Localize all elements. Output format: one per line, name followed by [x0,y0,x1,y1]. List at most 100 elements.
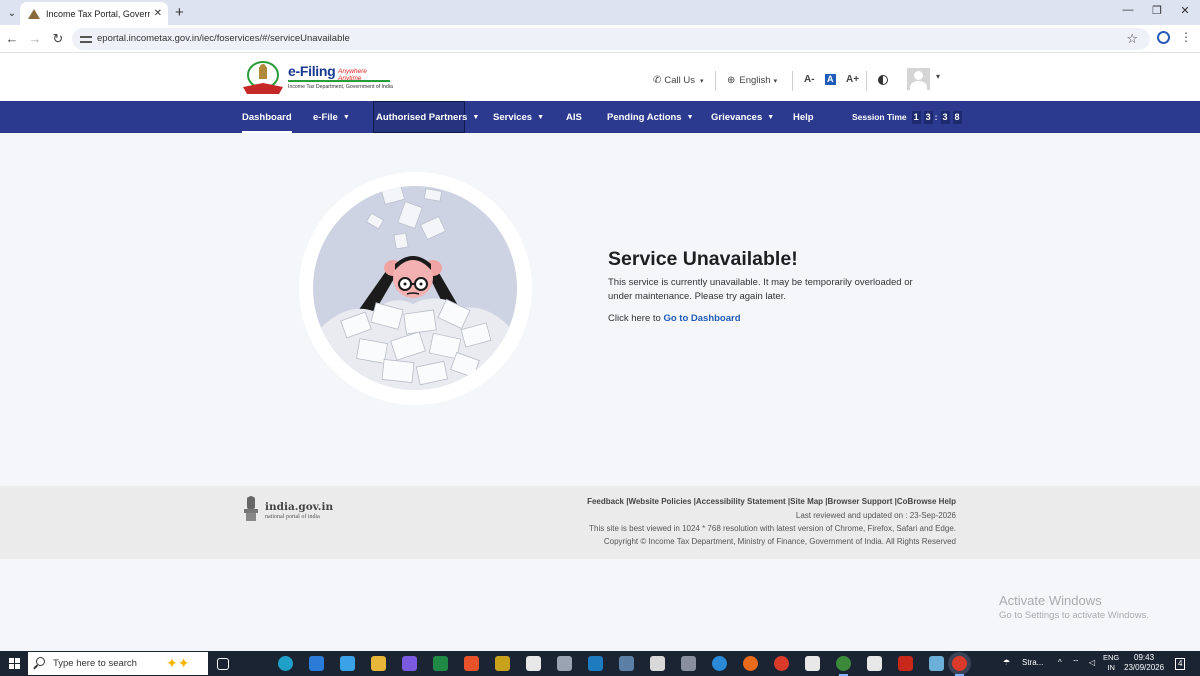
app-icon[interactable] [929,656,944,671]
nav-label: e-File [313,111,338,123]
copyright-text: Copyright © Income Tax Department, Minis… [603,537,956,546]
tasks-icon[interactable] [805,656,820,671]
india-gov-name[interactable]: india.gov.in [265,501,333,513]
income-tax-emblem-icon [243,61,283,94]
browser-menu-icon[interactable]: ⋮ [1180,30,1192,44]
chevron-down-icon: ▾ [773,77,778,85]
forward-icon[interactable]: → [27,31,43,46]
national-emblem-icon[interactable] [241,495,261,523]
main-content [0,133,1200,486]
calculator-icon[interactable] [619,656,634,671]
task-view-icon[interactable] [217,658,229,670]
watermark-subtitle: Go to Settings to activate Windows. [999,610,1149,621]
header-divider [866,71,867,91]
reload-icon[interactable]: ↻ [50,31,66,47]
nav-grievances[interactable]: Grievances ▼ [711,101,774,133]
nav-efile[interactable]: e-File ▼ [313,101,350,133]
clock-date: 23/09/2026 [1124,663,1165,672]
clock-time: 09:43 [1134,653,1155,662]
tab-title: Income Tax Portal, Government [46,8,150,19]
chrome-icon[interactable] [836,656,851,676]
windows-taskbar: Type here to search ✦✦ ☂ Stra... ^ ⌔ ◁ E… [0,651,1200,676]
chevron-down-icon: ▼ [537,113,545,121]
india-gov-subtitle: national portal of india [265,514,320,520]
globe-icon: ⊕ [727,75,736,86]
app-icon[interactable] [588,656,603,671]
logo-title: e-Filing [288,63,336,79]
url-text[interactable]: eportal.incometax.gov.in/iec/foservices/… [97,33,350,44]
profile-icon[interactable] [1157,31,1170,44]
weather-text[interactable]: Stra... [1022,658,1043,667]
call-us-dropdown[interactable]: ✆ Call Us ▾ [653,75,704,86]
windows-start-icon[interactable] [9,658,20,669]
file-explorer-icon[interactable] [371,656,386,671]
edge-icon[interactable] [278,656,293,671]
efiling-logo[interactable]: e-Filing Anywhere Anytime Income Tax Dep… [241,61,393,95]
go-to-dashboard-link[interactable]: Go to Dashboard [663,313,740,324]
notification-count: 4 [1178,659,1183,668]
font-increase-button[interactable]: A+ [846,74,859,85]
weather-icon[interactable]: ☂ [1003,658,1010,667]
session-digit: 8 [952,110,962,124]
mail-icon[interactable] [309,656,324,671]
app-icon[interactable] [681,656,696,671]
notification-icon[interactable]: 4 [1175,658,1186,670]
language-indicator[interactable]: ENG IN [1103,653,1119,673]
brave-icon[interactable] [464,656,479,671]
minimize-icon[interactable]: — [1120,4,1136,16]
network-icon[interactable]: ⌔ [1072,658,1080,668]
language-dropdown[interactable]: ⊕ English ▾ [727,75,777,86]
acrobat-icon[interactable] [898,656,913,671]
overwhelmed-person-image [313,186,517,390]
taskbar-search-box[interactable]: Type here to search ✦✦ [28,652,208,675]
new-tab-icon[interactable]: + [175,4,184,21]
volume-icon[interactable]: ◁ [1089,658,1095,667]
app-icon[interactable] [712,656,727,671]
user-avatar[interactable] [907,68,930,90]
app-icon[interactable] [557,656,572,671]
nav-label: AIS [566,111,582,123]
chrome-icon[interactable] [774,656,789,671]
close-window-icon[interactable]: ✕ [1177,4,1193,17]
nav-authorised-partners[interactable]: Authorised Partners ▼ [373,101,479,133]
tab-search-icon[interactable]: ⌄ [4,5,20,21]
browser-tab[interactable]: Income Tax Portal, Government ✕ [20,2,168,25]
site-info-icon[interactable] [80,33,92,45]
contrast-toggle-icon[interactable] [878,75,888,85]
nav-pending-actions[interactable]: Pending Actions ▼ [607,101,694,133]
nav-label: Pending Actions [607,111,682,123]
bookmark-star-icon[interactable]: ☆ [1126,31,1138,47]
nav-services[interactable]: Services ▼ [493,101,544,133]
footer-links[interactable]: Feedback |Website Policies |Accessibilit… [587,497,956,506]
app-icon[interactable] [526,656,541,671]
tray-chevron-icon[interactable]: ^ [1058,658,1062,667]
nav-label: Services [493,111,533,123]
chevron-down-icon: ▼ [472,113,480,121]
store-icon[interactable] [340,656,355,671]
logo-subtitle: Income Tax Department, Government of Ind… [288,84,393,90]
app-icon[interactable] [650,656,665,671]
header-divider [715,71,716,91]
chevron-down-icon: ▼ [767,113,775,121]
address-bar[interactable]: eportal.incometax.gov.in/iec/foservices/… [72,28,1150,50]
nav-help[interactable]: Help [793,101,814,133]
app-icon[interactable] [402,656,417,671]
app-icon[interactable] [867,656,882,671]
site-favicon-icon [28,8,40,19]
taskbar-clock[interactable]: 09:43 23/09/2026 [1124,653,1164,673]
back-icon[interactable]: ← [4,31,20,46]
excel-icon[interactable] [433,656,448,671]
app-icon[interactable] [495,656,510,671]
nav-ais[interactable]: AIS [566,101,582,133]
lang-code: ENG [1103,653,1120,662]
site-footer: india.gov.in national portal of india Fe… [0,486,1200,559]
taskbar-search-placeholder: Type here to search [53,658,137,669]
chrome-active-icon[interactable] [952,656,967,676]
restore-icon[interactable]: ❐ [1149,4,1165,17]
nav-dashboard[interactable]: Dashboard [242,101,292,133]
close-tab-icon[interactable]: ✕ [154,8,162,19]
font-decrease-button[interactable]: A- [804,74,815,85]
firefox-icon[interactable] [743,656,758,671]
chevron-down-icon[interactable]: ▾ [936,72,940,81]
font-default-button[interactable]: A [825,74,836,85]
